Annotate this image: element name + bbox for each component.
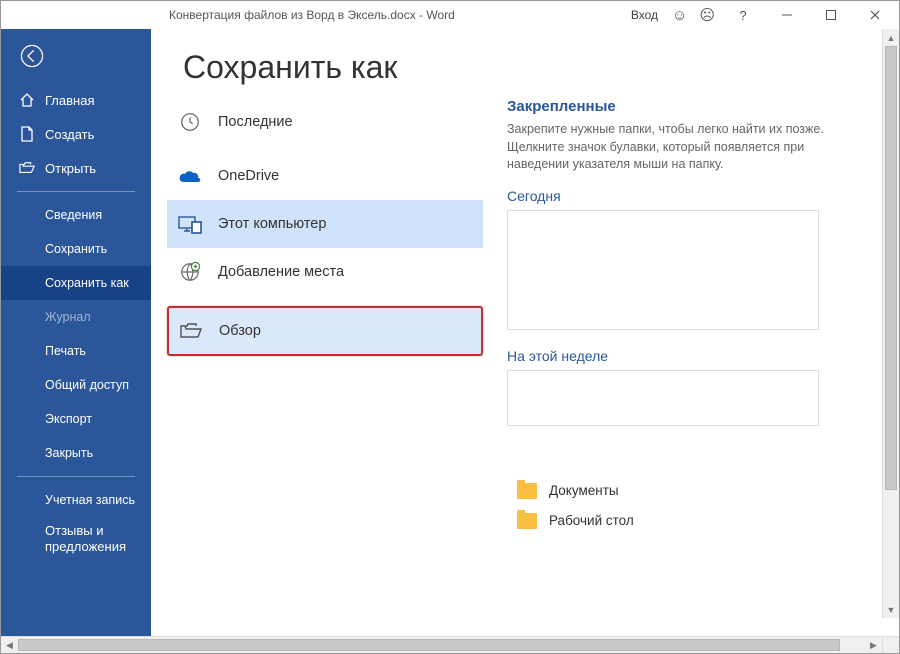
sidebar-item-history[interactable]: Журнал <box>1 300 151 334</box>
folder-desktop[interactable]: Рабочий стол <box>507 506 865 536</box>
location-addplace[interactable]: Добавление места <box>167 248 483 296</box>
location-recent-label: Последние <box>218 114 293 130</box>
sidebar-item-export[interactable]: Экспорт <box>1 402 151 436</box>
sidebar-item-account[interactable]: Учетная запись <box>1 483 151 517</box>
thisweek-list[interactable] <box>507 370 819 426</box>
scroll-right-button[interactable]: ▶ <box>865 637 882 653</box>
sidebar-item-close[interactable]: Закрыть <box>1 436 151 470</box>
folder-documents-label: Документы <box>549 483 619 498</box>
pinned-heading: Закрепленные <box>507 98 865 115</box>
sidebar-item-feedback[interactable]: Отзывы и предложения <box>1 517 151 560</box>
onedrive-icon <box>178 164 202 188</box>
sidebar-separator <box>17 191 135 192</box>
sidebar-item-home[interactable]: Главная <box>1 83 151 117</box>
sidebar-label-home: Главная <box>45 93 94 108</box>
location-onedrive[interactable]: OneDrive <box>167 152 483 200</box>
back-button[interactable] <box>1 29 151 83</box>
sidebar-item-saveas[interactable]: Сохранить как <box>1 266 151 300</box>
thisweek-heading: На этой неделе <box>507 348 865 364</box>
sidebar-item-open[interactable]: Открыть <box>1 151 151 185</box>
folder-icon <box>517 513 537 529</box>
minimize-button[interactable] <box>765 1 809 29</box>
location-addplace-label: Добавление места <box>218 264 344 280</box>
feedback-happy-icon[interactable]: ☺ <box>666 7 693 24</box>
body: Главная Создать Открыть Сведения Сохрани… <box>1 29 899 636</box>
backstage-sidebar: Главная Создать Открыть Сведения Сохрани… <box>1 29 151 636</box>
location-browse-label: Обзор <box>219 323 261 339</box>
recent-icon <box>178 110 202 134</box>
scroll-corner <box>882 637 899 653</box>
close-button[interactable] <box>853 1 897 29</box>
addplace-icon <box>178 260 202 284</box>
folder-desktop-label: Рабочий стол <box>549 513 634 528</box>
feedback-sad-icon[interactable]: ☹ <box>693 6 721 24</box>
word-backstage-window: Конвертация файлов из Ворд в Эксель.docx… <box>0 0 900 654</box>
folder-documents[interactable]: Документы <box>507 476 865 506</box>
hscroll-track[interactable] <box>18 637 865 653</box>
signin-link[interactable]: Вход <box>623 8 666 22</box>
sidebar-label-new: Создать <box>45 127 94 142</box>
sidebar-item-new[interactable]: Создать <box>1 117 151 151</box>
sidebar-label-feedback: Отзывы и предложения <box>45 523 151 554</box>
browse-icon <box>179 319 203 343</box>
titlebar: Конвертация файлов из Ворд в Эксель.docx… <box>1 1 899 29</box>
thispc-icon <box>178 212 202 236</box>
document-title: Конвертация файлов из Ворд в Эксель.docx… <box>1 8 623 22</box>
sidebar-item-print[interactable]: Печать <box>1 334 151 368</box>
location-thispc-label: Этот компьютер <box>218 216 326 232</box>
sidebar-label-open: Открыть <box>45 161 96 176</box>
scroll-track[interactable] <box>883 46 899 601</box>
scroll-left-button[interactable]: ◀ <box>1 637 18 653</box>
folder-icon <box>517 483 537 499</box>
sidebar-nav: Главная Создать Открыть Сведения Сохрани… <box>1 83 151 560</box>
locations-list: Последние OneDrive Этот компьютер Добавл… <box>151 98 499 636</box>
maximize-button[interactable] <box>809 1 853 29</box>
location-thispc[interactable]: Этот компьютер <box>167 200 483 248</box>
sidebar-item-save[interactable]: Сохранить <box>1 232 151 266</box>
sidebar-separator-2 <box>17 476 135 477</box>
scroll-thumb[interactable] <box>885 46 897 490</box>
sidebar-item-share[interactable]: Общий доступ <box>1 368 151 402</box>
sidebar-item-info[interactable]: Сведения <box>1 198 151 232</box>
page-title: Сохранить как <box>151 29 899 98</box>
content-columns: Последние OneDrive Этот компьютер Добавл… <box>151 98 899 636</box>
horizontal-scrollbar[interactable]: ◀ ▶ <box>1 636 899 653</box>
scroll-down-button[interactable]: ▼ <box>883 601 899 618</box>
content-area: Сохранить как Последние OneDrive Этот ко… <box>151 29 899 636</box>
vertical-scrollbar[interactable]: ▲ ▼ <box>882 29 899 618</box>
home-icon <box>19 92 35 108</box>
location-recent[interactable]: Последние <box>167 98 483 146</box>
scroll-up-button[interactable]: ▲ <box>883 29 899 46</box>
location-onedrive-label: OneDrive <box>218 168 279 184</box>
recent-panel: Закрепленные Закрепите нужные папки, что… <box>499 98 899 636</box>
new-icon <box>19 126 35 142</box>
help-button[interactable]: ? <box>721 1 765 29</box>
today-list[interactable] <box>507 210 819 330</box>
location-browse[interactable]: Обзор <box>167 306 483 356</box>
pinned-hint: Закрепите нужные папки, чтобы легко найт… <box>507 121 865 174</box>
hscroll-thumb[interactable] <box>18 639 840 651</box>
today-heading: Сегодня <box>507 188 865 204</box>
open-icon <box>19 160 35 176</box>
